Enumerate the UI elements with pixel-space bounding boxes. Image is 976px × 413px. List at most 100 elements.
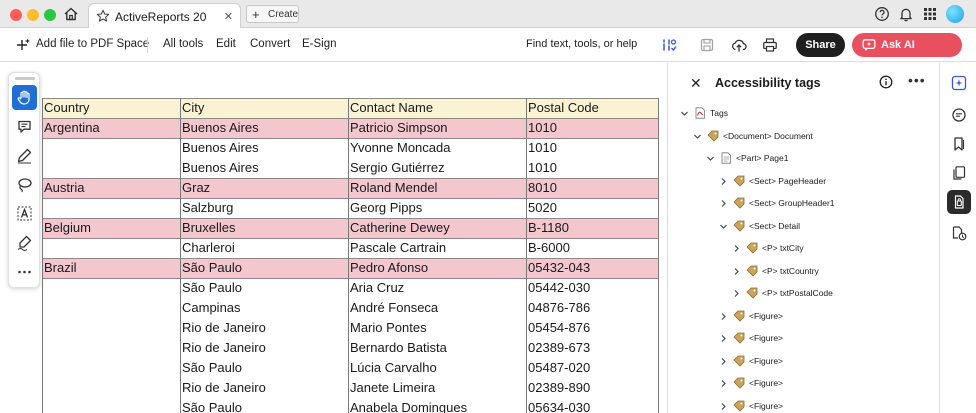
window-titlebar: ActiveReports 20 ✕ + Create <box>0 0 976 28</box>
rail-comments-button[interactable] <box>947 103 971 127</box>
table-column-divider <box>42 98 43 413</box>
sign-icon <box>17 235 32 251</box>
table-row: São Paulo Aria Cruz 05442-030 <box>42 278 659 298</box>
table-cell-postal: 1010 <box>528 120 557 135</box>
lasso-tool-button[interactable] <box>12 172 37 197</box>
chevron-right-icon[interactable] <box>719 177 728 186</box>
chevron-right-icon[interactable] <box>732 244 741 253</box>
ai-tools-icon[interactable] <box>661 37 677 53</box>
chevron-down-icon[interactable] <box>706 154 715 163</box>
find-search-button[interactable]: Find text, tools, or help <box>526 38 637 50</box>
hand-icon <box>17 90 30 105</box>
table-cell-postal: 1010 <box>528 160 557 175</box>
add-comment-button[interactable] <box>12 114 37 139</box>
window-minimize-button[interactable] <box>27 9 39 21</box>
more-icon <box>18 270 31 274</box>
table-cell-city: Buenos Aires <box>182 140 259 155</box>
print-icon[interactable] <box>762 37 778 53</box>
chevron-right-icon[interactable] <box>719 379 728 388</box>
help-icon[interactable] <box>874 6 890 22</box>
menu-e-sign[interactable]: E-Sign <box>302 38 337 50</box>
table-cell-city: São Paulo <box>182 360 242 375</box>
tag-label: Tags <box>710 108 728 118</box>
table-cell-city: Buenos Aires <box>182 120 259 135</box>
save-icon[interactable] <box>699 37 715 53</box>
table-cell-postal: 5020 <box>528 200 557 215</box>
table-row: Salzburg Georg Pipps 5020 <box>42 198 659 218</box>
menu-edit[interactable]: Edit <box>216 38 236 50</box>
close-panel-icon[interactable]: ✕ <box>690 75 702 92</box>
chevron-right-icon[interactable] <box>732 267 741 276</box>
rail-accessibility-tags-button[interactable] <box>947 190 971 214</box>
rail-ai-button[interactable] <box>947 71 971 95</box>
table-row-divider <box>42 278 659 279</box>
add-file-button[interactable]: Add file to PDF Space <box>36 38 149 50</box>
chevron-right-icon[interactable] <box>719 312 728 321</box>
sign-tool-button[interactable] <box>12 230 37 255</box>
table-cell-contact: Patricio Simpson <box>350 120 448 135</box>
table-row-divider <box>42 198 659 199</box>
table-cell-contact: Aria Cruz <box>350 280 405 295</box>
more-options-icon[interactable]: ••• <box>908 72 926 88</box>
table-cell-city: Rio de Janeiro <box>182 340 266 355</box>
window-close-button[interactable] <box>10 9 22 21</box>
table-cell-country: Austria <box>44 180 85 195</box>
tab-close-icon[interactable]: ✕ <box>224 10 233 23</box>
rail-bookmarks-button[interactable] <box>947 132 971 156</box>
chevron-down-icon[interactable] <box>680 109 689 118</box>
table-cell-contact: André Fonseca <box>350 300 439 315</box>
chevron-right-icon[interactable] <box>732 289 741 298</box>
star-icon[interactable] <box>96 9 110 23</box>
hand-tool-button[interactable] <box>12 85 37 110</box>
ask-ai-assistant-button[interactable]: Ask AI Assistant <box>852 33 962 75</box>
palette-grip[interactable] <box>15 77 35 80</box>
tag-label: <Figure> <box>749 333 784 343</box>
menu-all-tools[interactable]: All tools <box>163 38 203 50</box>
rail-pages-button[interactable] <box>947 161 971 185</box>
text-select-button[interactable] <box>12 201 37 226</box>
table-cell-country: Belgium <box>44 220 91 235</box>
table-row-divider <box>42 238 659 239</box>
home-icon[interactable] <box>62 5 80 23</box>
table-cell-postal: 1010 <box>528 140 557 155</box>
draw-tool-button[interactable] <box>12 143 37 168</box>
table-cell-city: Buenos Aires <box>182 160 259 175</box>
tag-icon <box>733 197 745 209</box>
create-button[interactable]: + Create <box>246 5 299 23</box>
share-button[interactable]: Share <box>796 33 845 57</box>
ai-assistant-icon <box>862 39 876 51</box>
chevron-right-icon[interactable] <box>719 199 728 208</box>
add-file-icon[interactable] <box>15 37 31 53</box>
plus-icon: + <box>252 7 260 22</box>
chevron-right-icon[interactable] <box>719 357 728 366</box>
tag-icon <box>746 242 758 254</box>
pdf-icon <box>695 107 705 119</box>
chevron-down-icon[interactable] <box>719 222 728 231</box>
upload-cloud-icon[interactable] <box>731 37 747 53</box>
tag-icon <box>733 332 745 344</box>
main-toolbar: Add file to PDF Space All tools Edit Con… <box>0 28 976 75</box>
chevron-right-icon[interactable] <box>719 402 728 411</box>
avatar[interactable] <box>946 5 964 23</box>
tag-icon <box>733 220 745 232</box>
table-cell-contact: Bernardo Batista <box>350 340 447 355</box>
document-tab[interactable]: ActiveReports 20 ✕ <box>88 3 241 28</box>
right-rail <box>939 63 976 413</box>
tag-label: <P> txtCountry <box>762 265 819 276</box>
table-cell-city: Rio de Janeiro <box>182 320 266 335</box>
apps-icon[interactable] <box>922 6 938 22</box>
menu-convert[interactable]: Convert <box>250 38 290 50</box>
bell-icon[interactable] <box>898 6 914 22</box>
chevron-right-icon[interactable] <box>719 334 728 343</box>
info-icon[interactable] <box>879 75 893 89</box>
rail-reading-order-button[interactable] <box>947 221 971 245</box>
chevron-down-icon[interactable] <box>693 132 702 141</box>
tag-label: <Figure> <box>749 400 784 411</box>
column-header: Country <box>44 100 90 115</box>
table-column-divider <box>348 98 349 413</box>
tag-icon <box>707 130 719 142</box>
more-tools-button[interactable] <box>12 259 37 284</box>
table-cell-contact: Georg Pipps <box>350 200 423 215</box>
window-zoom-button[interactable] <box>44 9 56 21</box>
tag-label: <Document> Document <box>723 130 813 141</box>
